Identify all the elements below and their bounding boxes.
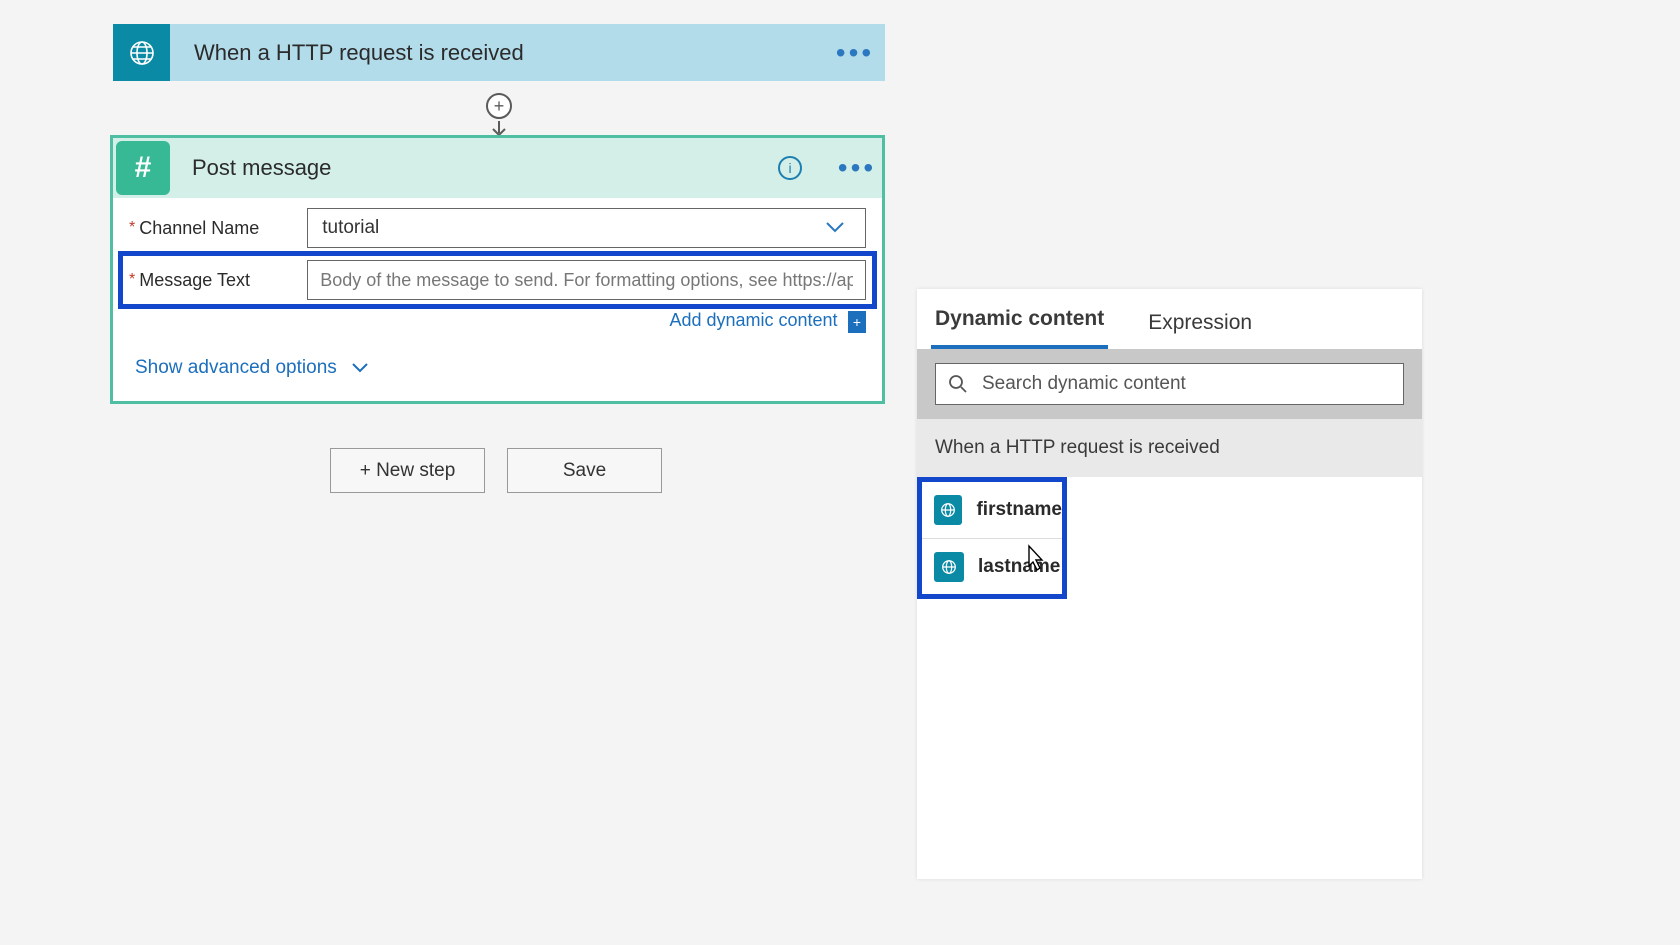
dc-search[interactable] bbox=[935, 363, 1404, 405]
required-star-icon: * bbox=[129, 271, 135, 289]
http-request-icon bbox=[113, 24, 170, 81]
action-header[interactable]: # Post message i ••• bbox=[113, 138, 882, 198]
save-button[interactable]: Save bbox=[507, 448, 662, 493]
dc-item-label: lastname bbox=[978, 556, 1060, 578]
show-advanced-options-link[interactable]: Show advanced options bbox=[129, 357, 866, 379]
tab-dynamic-content[interactable]: Dynamic content bbox=[931, 307, 1108, 349]
dynamic-content-panel: Dynamic content Expression When a HTTP r… bbox=[917, 289, 1422, 879]
show-advanced-label: Show advanced options bbox=[135, 357, 337, 379]
channel-value: tutorial bbox=[308, 217, 379, 239]
message-text-input[interactable] bbox=[307, 260, 866, 300]
add-dynamic-content-link[interactable]: Add dynamic content bbox=[669, 310, 837, 330]
required-star-icon: * bbox=[129, 219, 135, 237]
chevron-down-icon bbox=[825, 219, 845, 235]
slack-icon: # bbox=[116, 141, 170, 195]
dc-items-highlight: firstname lastname bbox=[917, 477, 1067, 599]
chevron-down-icon bbox=[351, 361, 369, 375]
dc-item-lastname[interactable]: lastname bbox=[922, 538, 1062, 594]
trigger-card[interactable]: When a HTTP request is received ••• bbox=[113, 24, 885, 81]
action-title: Post message bbox=[170, 155, 778, 181]
dc-item-label: firstname bbox=[976, 499, 1062, 521]
trigger-title: When a HTTP request is received bbox=[170, 40, 825, 66]
add-dynamic-content-row: Add dynamic content + bbox=[129, 310, 866, 333]
trigger-more-icon[interactable]: ••• bbox=[825, 37, 885, 69]
add-step-inline-button[interactable]: + bbox=[486, 93, 512, 119]
new-step-button[interactable]: + New step bbox=[330, 448, 485, 493]
channel-select[interactable]: tutorial bbox=[307, 208, 866, 248]
dc-tabs: Dynamic content Expression bbox=[917, 289, 1422, 349]
action-more-icon[interactable]: ••• bbox=[832, 152, 882, 184]
info-icon[interactable]: i bbox=[778, 156, 802, 180]
connector: + bbox=[485, 81, 513, 137]
channel-label: Channel Name bbox=[139, 218, 307, 239]
bottom-buttons: + New step Save bbox=[330, 448, 662, 493]
search-icon bbox=[948, 374, 968, 394]
channel-row: * Channel Name tutorial bbox=[129, 208, 866, 248]
dc-item-firstname[interactable]: firstname bbox=[922, 482, 1062, 538]
dc-search-input[interactable] bbox=[982, 373, 1391, 395]
http-request-icon bbox=[934, 495, 962, 525]
add-dynamic-content-badge-icon[interactable]: + bbox=[848, 311, 866, 333]
http-request-icon bbox=[934, 552, 964, 582]
tab-expression[interactable]: Expression bbox=[1144, 311, 1256, 349]
message-row: * Message Text bbox=[123, 256, 872, 304]
message-label: Message Text bbox=[139, 270, 307, 291]
action-card: # Post message i ••• * Channel Name tuto… bbox=[110, 135, 885, 404]
dc-section-header: When a HTTP request is received bbox=[917, 419, 1422, 477]
